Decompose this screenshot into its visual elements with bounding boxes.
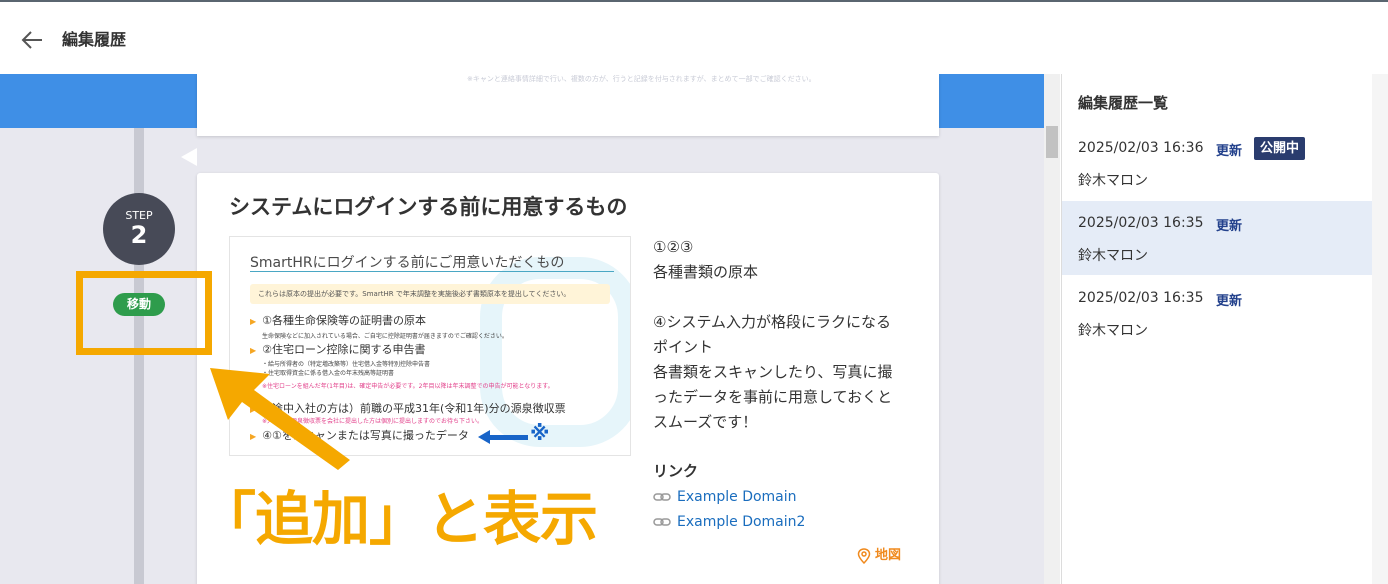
image-line-2: ▶ ②住宅ローン控除に関する申告書 [250,341,425,357]
history-date: 2025/02/03 16:36 [1078,140,1204,156]
highlight-box [76,271,212,355]
bullet-icon: ▶ [250,346,257,355]
link-example-domain[interactable]: Example Domain [653,489,797,505]
history-user: 鈴木マロン [1078,173,1148,189]
history-date: 2025/02/03 16:35 [1078,215,1204,231]
annotation-text: 「追加」と表示 [198,485,598,553]
card-pointer [181,148,197,166]
annotation-arrow-icon [210,368,350,470]
history-item[interactable]: 2025/02/03 16:35 更新 鈴木マロン [1062,276,1374,350]
history-type: 更新 [1216,294,1243,309]
history-date: 2025/02/03 16:35 [1078,290,1204,306]
step-description: ①②③ 各種書類の原本 ④システム入力が格段にラクになるポイント 各書類をスキャ… [653,238,893,431]
image-line-1-text: ①各種生命保険等の証明書の原本 [262,314,427,327]
previous-card-text: ※キャンと連絡事情詳細で行い、複数の方が、行うと記録を付与されますが、まとめて一… [467,75,816,83]
sidebar-scroll-edge [1372,74,1388,584]
link-example-domain2[interactable]: Example Domain2 [653,514,805,530]
image-line-1-sub: 生命保険などに加入されている場合、ご自宅に控除証明書が届きますのでご確認ください… [262,333,508,340]
link-label[interactable]: Example Domain2 [677,514,805,530]
back-arrow-icon[interactable] [18,26,46,54]
image-line-1: ▶ ①各種生命保険等の証明書の原本 [250,312,426,328]
scrollbar-thumb[interactable] [1046,126,1058,158]
step-title: システムにログインする前に用意するもの [229,195,628,219]
history-item-selected[interactable]: 2025/02/03 16:35 更新 鈴木マロン [1062,201,1374,275]
step-circle: STEP 2 [103,193,175,265]
version-banner-text: [更新] 2025/02/03 16:35 バージョンを表示 [385,93,751,113]
history-user: 鈴木マロン [1078,248,1148,264]
image-title: SmartHRにログインする前にご用意いただくもの [250,255,565,271]
link-icon [653,493,671,501]
links-heading: リンク [653,462,699,480]
published-badge: 公開中 [1254,137,1306,160]
image-line-2-text: ②住宅ローン控除に関する申告書 [262,343,426,356]
header: 編集履歴 [0,2,1388,74]
map-button[interactable]: 地図 [857,544,901,564]
map-label[interactable]: 地図 [875,548,901,563]
page-title: 編集履歴 [62,30,127,49]
image-note: これらは原本の提出が必要です。SmartHR で年末調整を実施後必ず書類原本を提… [250,284,610,304]
history-type: 更新 [1216,219,1243,234]
history-list-title: 編集履歴一覧 [1078,94,1169,112]
step-number: 2 [130,221,148,249]
map-pin-icon [857,547,871,564]
blue-arrow-shaft [488,435,528,440]
history-sidebar: 編集履歴一覧 2025/02/03 16:36 更新 公開中 鈴木マロン 202… [1061,74,1388,584]
link-icon [653,518,671,526]
bullet-icon: ▶ [250,317,257,326]
history-user: 鈴木マロン [1078,323,1148,339]
history-type: 更新 [1216,144,1243,159]
link-label[interactable]: Example Domain [677,489,797,505]
image-underline [250,271,614,272]
reference-mark: ※ [530,421,550,445]
history-item[interactable]: 2025/02/03 16:36 更新 公開中 鈴木マロン [1062,126,1374,200]
